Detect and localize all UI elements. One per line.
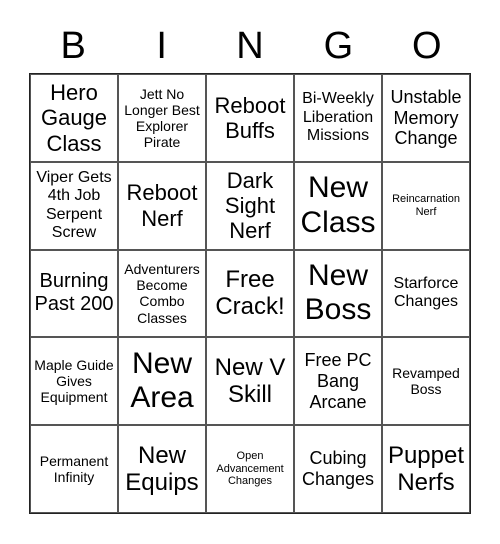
bingo-cell[interactable]: Reincarnation Nerf <box>382 161 470 250</box>
bingo-cell[interactable]: Maple Guide Gives Equipment <box>30 337 118 426</box>
bingo-cell[interactable]: Adventurers Become Combo Classes <box>118 249 206 338</box>
bingo-cell[interactable]: New Equips <box>118 425 206 513</box>
bingo-cell[interactable]: Cubing Changes <box>294 425 382 513</box>
bingo-cell[interactable]: Starforce Changes <box>382 249 470 338</box>
bingo-cell[interactable]: Jett No Longer Best Explorer Pirate <box>118 74 206 162</box>
bingo-cell[interactable]: Free Crack! <box>206 249 294 338</box>
bingo-cell[interactable]: Reboot Buffs <box>206 74 294 162</box>
bingo-cell[interactable]: Bi-Weekly Liberation Missions <box>294 74 382 162</box>
bingo-cell[interactable]: New Boss <box>294 249 382 338</box>
bingo-cell[interactable]: Open Advancement Changes <box>206 425 294 513</box>
bingo-cell[interactable]: Unstable Memory Change <box>382 74 470 162</box>
bingo-cell[interactable]: New Class <box>294 161 382 250</box>
bingo-cell[interactable]: Permanent Infinity <box>30 425 118 513</box>
header-letter-i: I <box>156 25 167 67</box>
bingo-cell[interactable]: New Area <box>118 337 206 426</box>
bingo-cell[interactable]: Reboot Nerf <box>118 161 206 250</box>
bingo-cell[interactable]: New V Skill <box>206 337 294 426</box>
bingo-cell[interactable]: Burning Past 200 <box>30 249 118 338</box>
bingo-cell[interactable]: Dark Sight Nerf <box>206 161 294 250</box>
bingo-cell[interactable]: Revamped Boss <box>382 337 470 426</box>
bingo-cell[interactable]: Viper Gets 4th Job Serpent Screw <box>30 161 118 250</box>
bingo-board: Hero Gauge Class Jett No Longer Best Exp… <box>29 73 471 514</box>
bingo-cell[interactable]: Hero Gauge Class <box>30 74 118 162</box>
bingo-cell[interactable]: Puppet Nerfs <box>382 425 470 513</box>
bingo-header: B I N G O <box>29 20 471 72</box>
header-letter-o: O <box>412 25 442 67</box>
bingo-cell[interactable]: Free PC Bang Arcane <box>294 337 382 426</box>
header-letter-n: N <box>236 25 264 67</box>
header-letter-g: G <box>323 25 354 67</box>
header-letter-b: B <box>60 25 86 67</box>
